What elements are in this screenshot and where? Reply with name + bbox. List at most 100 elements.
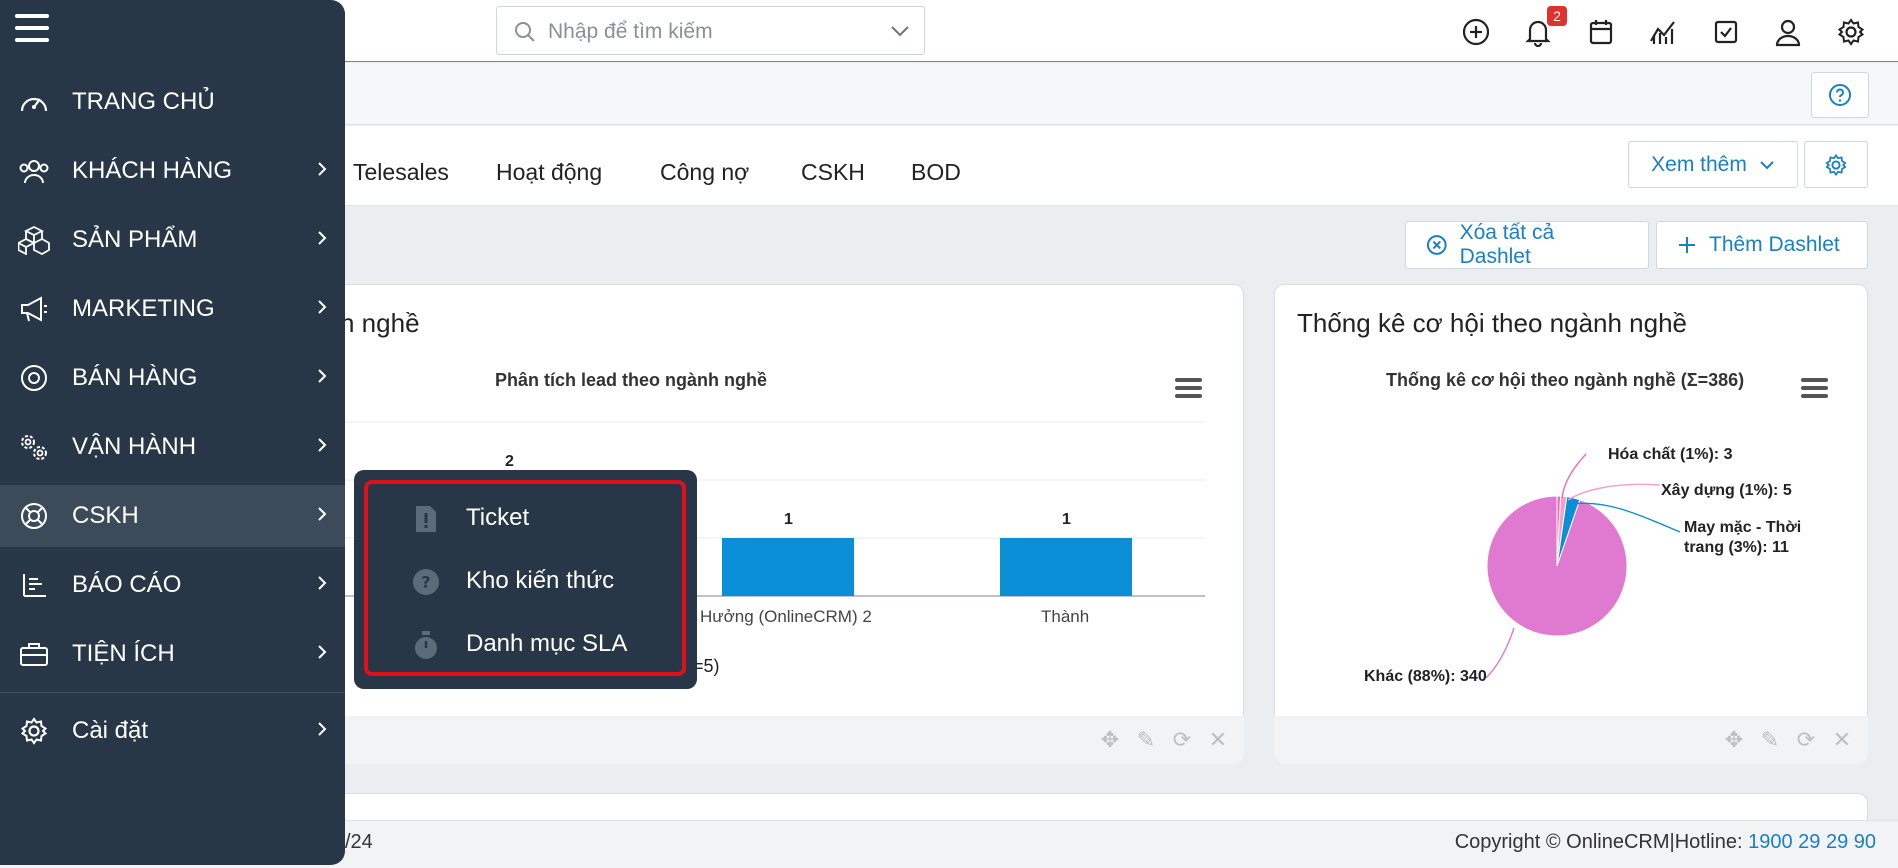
search-icon [515, 22, 535, 42]
bell-icon[interactable]: 2 [1507, 6, 1570, 50]
sidebar-item-label: Cài đặt [72, 717, 149, 744]
category-label: Hưởng (OnlineCRM) 2 [700, 607, 872, 626]
sidebar-item-marketing[interactable]: MARKETING [0, 278, 345, 340]
chart-menu-icon[interactable] [1801, 378, 1828, 402]
close-circle-icon [1426, 235, 1447, 255]
edit-icon[interactable]: ✎ [1758, 727, 1782, 752]
checkbox-icon[interactable] [1695, 14, 1758, 50]
sidebar-item-label: KHÁCH HÀNG [72, 157, 233, 184]
briefcase-icon [18, 639, 50, 669]
sidebar-item-label: TRANG CHỦ [72, 88, 215, 115]
tab-hoat-dong[interactable]: Hoạt động [496, 159, 602, 186]
chevron-right-icon [318, 507, 327, 521]
sidebar-item-label: BÁO CÁO [72, 571, 182, 598]
sidebar-item-san-pham[interactable]: SẢN PHẨM [0, 209, 345, 271]
help-icon [1829, 84, 1851, 106]
bar-value-label: 1 [1062, 511, 1071, 528]
target-icon [18, 363, 50, 393]
gear-icon [1825, 153, 1847, 176]
chevron-right-icon [318, 162, 327, 176]
calendar-icon[interactable] [1570, 14, 1633, 50]
menu-toggle-icon[interactable] [15, 14, 49, 50]
submenu-item-label: Ticket [466, 504, 530, 531]
search-input[interactable]: Nhập để tìm kiếm [548, 20, 713, 44]
chevron-right-icon [318, 645, 327, 659]
settings-icon [18, 716, 50, 746]
sidebar-item-trang-chu[interactable]: TRANG CHỦ [0, 71, 345, 133]
move-icon[interactable]: ✥ [1722, 727, 1746, 752]
edit-icon[interactable]: ✎ [1134, 727, 1158, 752]
refresh-icon[interactable]: ⟳ [1170, 727, 1194, 752]
user-icon[interactable] [1757, 14, 1820, 50]
plus-circle-icon[interactable] [1445, 14, 1508, 50]
sidebar-item-tien-ich[interactable]: TIỆN ÍCH [0, 623, 345, 685]
tab-cskh[interactable]: CSKH [801, 159, 865, 186]
tab-settings-button[interactable] [1804, 141, 1868, 188]
refresh-icon[interactable]: ⟳ [1794, 727, 1818, 752]
copyright-text: Copyright © OnlineCRM|Hotline: 1900 29 2… [1455, 831, 1876, 854]
chevron-right-icon [318, 300, 327, 314]
question-icon: ? [412, 567, 440, 597]
chart-menu-icon[interactable] [1175, 378, 1202, 402]
hotline-label: Hotline: [1674, 831, 1749, 853]
submenu-item-danh-muc-sla[interactable]: Danh mục SLA [384, 624, 674, 664]
gear-icon[interactable] [1820, 14, 1883, 50]
sidebar-item-bao-cao[interactable]: BÁO CÁO [0, 554, 345, 616]
more-tabs-button[interactable]: Xem thêm [1628, 141, 1798, 188]
search-box[interactable]: Nhập để tìm kiếm [496, 6, 925, 55]
more-tabs-label: Xem thêm [1651, 152, 1747, 176]
leader-line [1567, 483, 1661, 501]
plus-icon [1679, 237, 1695, 253]
cskh-submenu: Ticket ? Kho kiến thức Danh mục SLA [354, 470, 697, 689]
sidebar-item-khach-hang[interactable]: KHÁCH HÀNG [0, 140, 345, 202]
leader-line [1561, 453, 1587, 499]
close-icon[interactable]: ✕ [1206, 727, 1230, 752]
sidebar-item-cskh[interactable]: CSKH [0, 485, 345, 547]
tab-telesales[interactable]: Telesales [353, 159, 449, 186]
chevron-down-icon[interactable] [890, 24, 910, 38]
ticket-alert-icon [412, 504, 440, 534]
submenu-item-ticket[interactable]: Ticket [384, 498, 674, 538]
tab-cong-no[interactable]: Công nợ [660, 159, 749, 186]
move-icon[interactable]: ✥ [1098, 727, 1122, 752]
add-dashlet-label: Thêm Dashlet [1709, 233, 1840, 256]
chevron-right-icon [318, 722, 327, 736]
chevron-right-icon [318, 438, 327, 452]
add-dashlet-button[interactable]: Thêm Dashlet [1656, 221, 1868, 269]
pie-label-hoa-chat: Hóa chất (1%): 3 [1608, 446, 1733, 463]
chevron-down-icon [1760, 160, 1774, 169]
sidebar-item-ban-hang[interactable]: BÁN HÀNG [0, 347, 345, 409]
close-icon[interactable]: ✕ [1830, 727, 1854, 752]
submenu-item-label: Danh mục SLA [466, 630, 628, 657]
bar [722, 538, 854, 596]
page-indicator: /24 [345, 831, 373, 853]
tab-bod[interactable]: BOD [911, 159, 961, 186]
sidebar-item-label: TIỆN ÍCH [72, 640, 175, 667]
help-button[interactable] [1811, 72, 1869, 118]
notification-badge: 2 [1547, 6, 1567, 26]
stopwatch-icon [412, 630, 440, 660]
chart-icon[interactable] [1632, 14, 1695, 50]
hotline-link[interactable]: 1900 29 29 90 [1748, 831, 1876, 853]
chart-title: Phân tích lead theo ngành nghề [495, 370, 768, 390]
lifebuoy-icon [18, 501, 50, 531]
dashlet-title: Thống kê cơ hội theo ngành nghề [1297, 308, 1688, 338]
pie-label-khac: Khác (88%): 340 [1364, 668, 1487, 685]
dashlet-actions: ✥ ✎ ⟳ ✕ [1722, 727, 1854, 752]
delete-all-dashlets-button[interactable]: Xóa tất cả Dashlet [1405, 221, 1649, 269]
sidebar-item-van-hanh[interactable]: VẬN HÀNH [0, 416, 345, 478]
sidebar: TRANG CHỦ KHÁCH HÀNG SẢN PHẨM MARKETING … [0, 0, 345, 865]
sidebar-item-label: CSKH [72, 502, 139, 529]
leader-line [1485, 627, 1515, 679]
sidebar-item-label: BÁN HÀNG [72, 364, 198, 391]
category-label: Thành [1041, 607, 1090, 626]
chevron-right-icon [318, 576, 327, 590]
submenu-item-label: Kho kiến thức [466, 567, 615, 594]
bar-value-label: 2 [505, 453, 514, 470]
delete-all-label: Xóa tất cả Dashlet [1459, 221, 1555, 268]
chevron-right-icon [318, 231, 327, 245]
pie-label-may-mac-line2: trang (3%): 11 [1684, 539, 1789, 556]
submenu-item-kho-kien-thuc[interactable]: ? Kho kiến thức [384, 561, 674, 601]
pie-chart [1485, 453, 1681, 679]
sidebar-item-cai-dat[interactable]: Cài đặt [0, 700, 345, 762]
